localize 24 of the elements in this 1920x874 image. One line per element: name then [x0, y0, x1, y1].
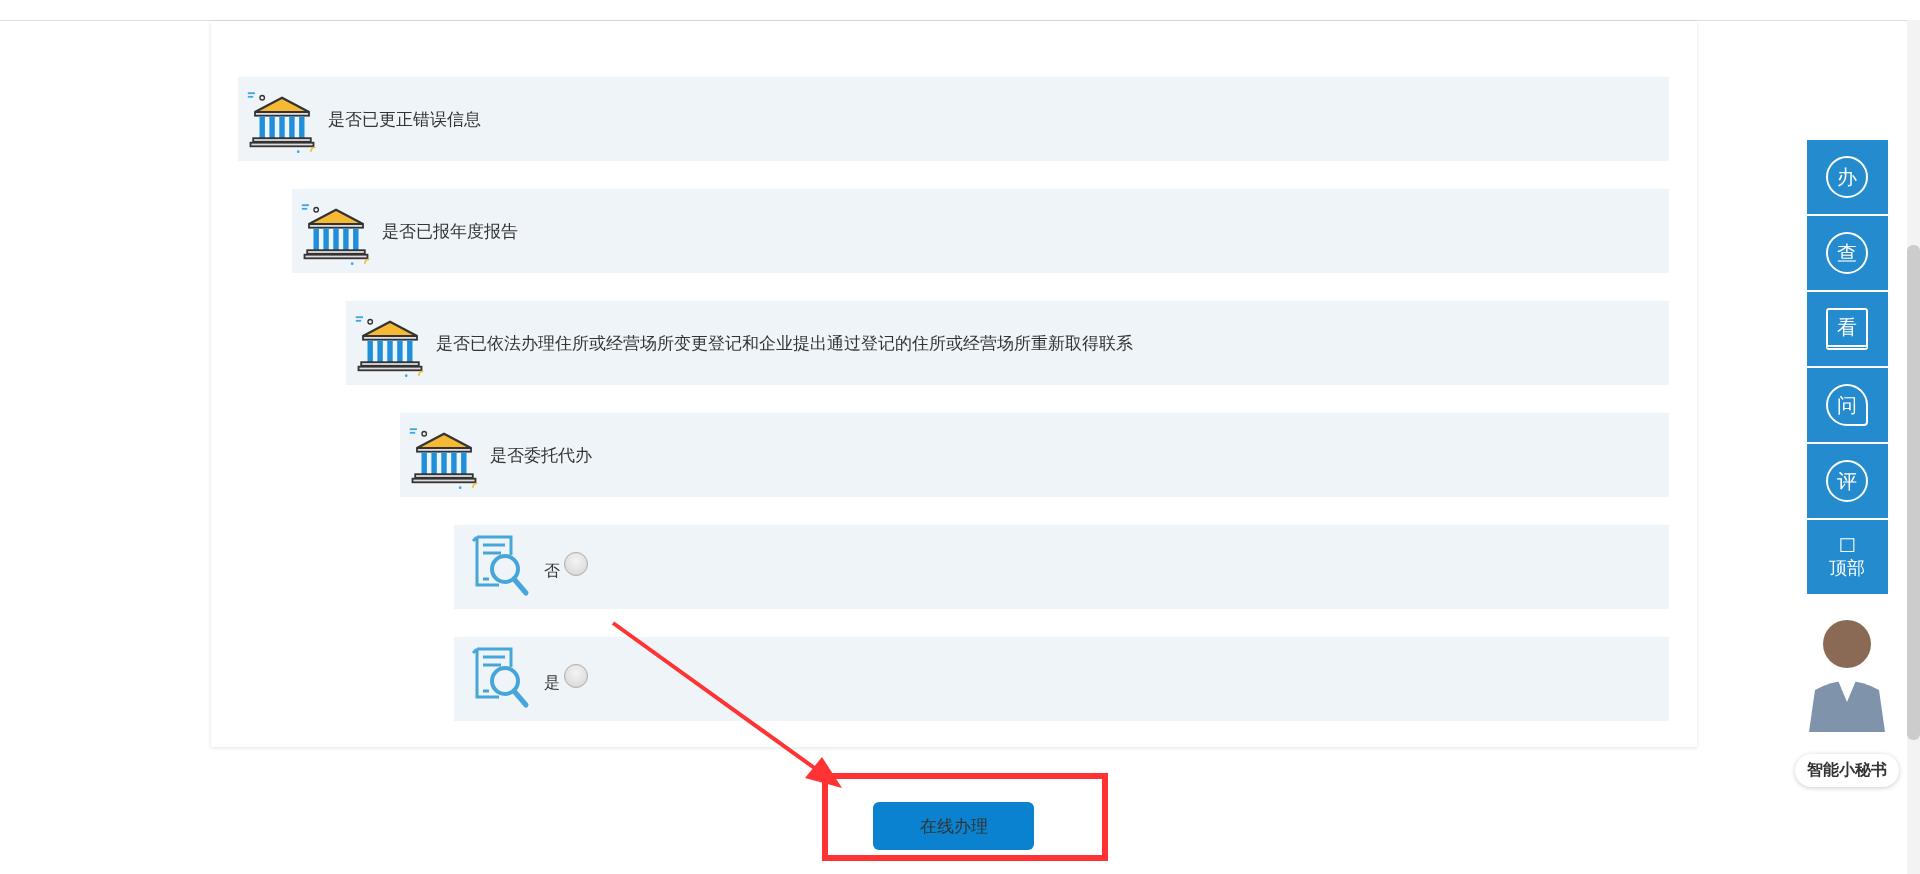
side-toolbar-button[interactable]: 问 — [1806, 368, 1888, 442]
question-text: 是否已报年度报告 — [381, 219, 518, 243]
option-label: 否 — [543, 560, 560, 582]
radio-button[interactable] — [563, 552, 588, 576]
radio-button[interactable] — [563, 664, 588, 688]
top-label: 顶部 — [1829, 556, 1865, 580]
character-emblem-icon: 评 — [1826, 460, 1868, 502]
character-emblem-icon: 看 — [1826, 308, 1868, 350]
top-glyph: □ — [1838, 533, 1856, 555]
side-toolbar-button[interactable]: 查 — [1806, 216, 1888, 290]
option-label: 是 — [543, 672, 560, 694]
character-emblem-icon: 查 — [1826, 232, 1868, 274]
online-apply-button[interactable]: 在线办理 — [873, 802, 1034, 850]
character-emblem-icon: 问 — [1826, 384, 1868, 426]
side-toolbar-button[interactable]: 评 — [1806, 444, 1888, 518]
question-text: 是否委托代办 — [489, 443, 592, 467]
scrollbar[interactable] — [1907, 20, 1920, 874]
side-toolbar-button[interactable]: 看 — [1806, 292, 1888, 366]
side-toolbar-button[interactable]: □ 顶部 — [1806, 520, 1888, 594]
question-text: 是否已更正错误信息 — [327, 107, 481, 131]
character-emblem-icon: 办 — [1826, 156, 1868, 198]
question-text: 是否已依法办理住所或经营场所变更登记和企业提出通过登记的住所或经营场所重新取得联系 — [435, 331, 1133, 355]
side-toolbar-button[interactable]: 办 — [1806, 140, 1888, 214]
assistant-label[interactable]: 智能小秘书 — [1795, 754, 1899, 787]
